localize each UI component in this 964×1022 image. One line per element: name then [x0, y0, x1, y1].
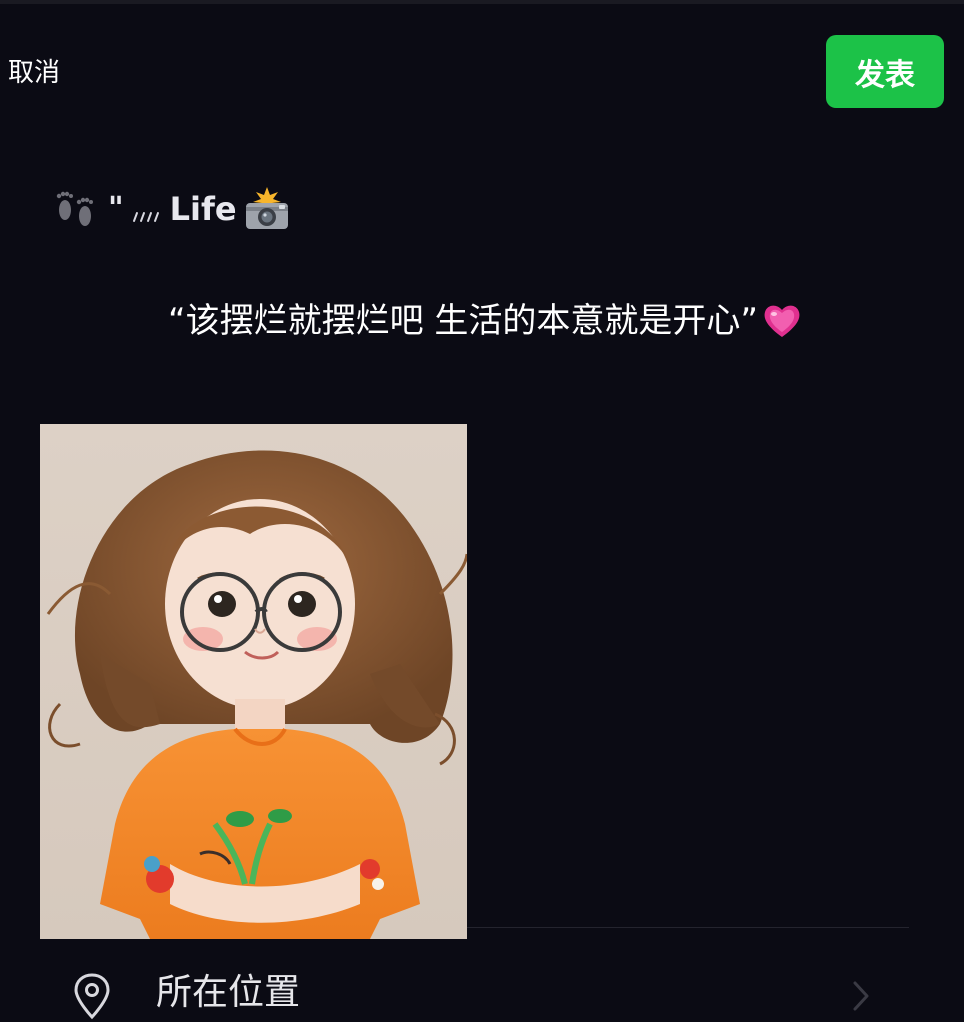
pink-heart-icon	[764, 305, 800, 337]
cancel-button[interactable]: 取消	[8, 56, 60, 90]
signature-line: " Life	[52, 186, 291, 232]
location-pin-icon	[74, 973, 110, 1020]
location-row[interactable]: 所在位置	[0, 950, 964, 1022]
slashes-icon	[132, 212, 159, 222]
attached-photo[interactable]	[40, 424, 467, 939]
post-text[interactable]: “该摆烂就摆烂吧 生活的本意就是开心”	[168, 298, 758, 344]
location-label: 所在位置	[156, 972, 301, 1013]
top-status-strip	[0, 0, 964, 4]
chevron-right-icon	[853, 981, 869, 1011]
post-text-row[interactable]: “该摆烂就摆烂吧 生活的本意就是开心”	[168, 296, 802, 346]
cartoon-girl-image	[40, 424, 467, 939]
signature-quote: "	[108, 191, 124, 226]
publish-button-label: 发表	[855, 57, 915, 93]
signature-text: Life	[169, 190, 237, 228]
divider	[467, 927, 909, 928]
publish-button[interactable]: 发表	[826, 35, 944, 108]
camera-flash-icon	[245, 187, 288, 229]
footprints-icon	[56, 191, 93, 226]
